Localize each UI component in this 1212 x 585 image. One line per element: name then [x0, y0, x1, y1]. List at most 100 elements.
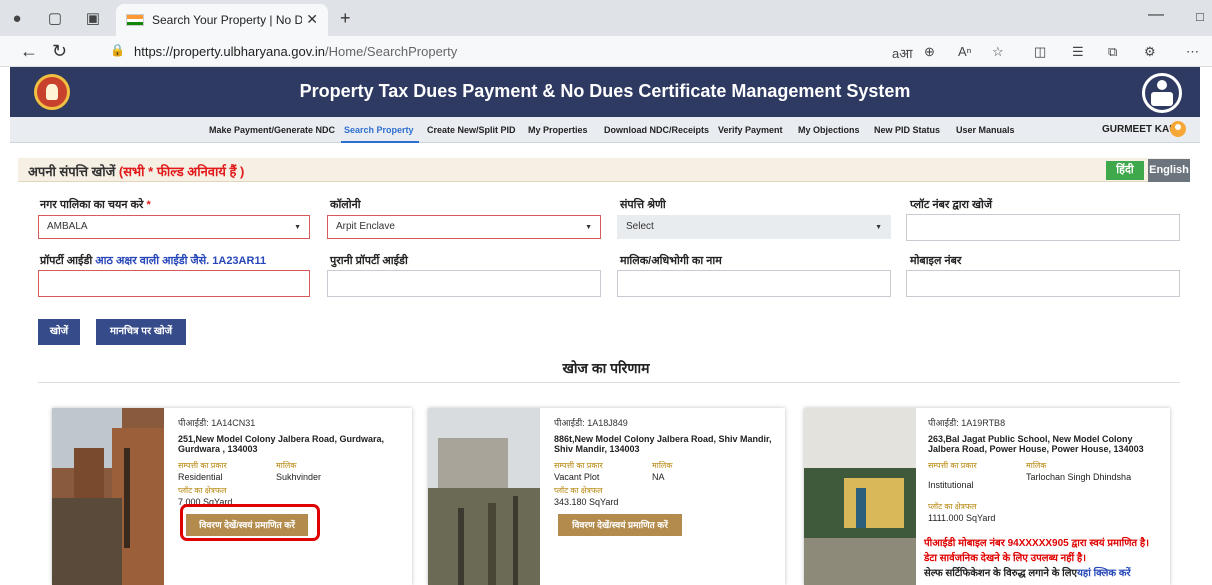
extensions-icon[interactable]: ⚙ [1144, 44, 1156, 60]
owner-value: Tarlochan Singh Dhindsha [1026, 472, 1132, 482]
results-title: खोज का परिणाम [562, 360, 650, 376]
nav-create-split-pid[interactable]: Create New/Split PID [427, 125, 516, 135]
data-unavailable-note: डेटा सार्वजनिक देखने के लिए उपलब्ध नहीं … [924, 553, 1086, 564]
view-details-button-1[interactable]: विवरण देखें/स्वयं प्रमाणित करें [186, 514, 308, 536]
active-nav-underline [341, 141, 419, 143]
site-title: Property Tax Dues Payment & No Dues Cert… [299, 81, 911, 101]
url-field[interactable]: 🔒 https://property.ulbharyana.gov.in/Hom… [88, 39, 868, 64]
favorite-star-icon[interactable]: ☆ [992, 44, 1004, 60]
panel-title: अपनी संपत्ति खोजें [28, 164, 116, 179]
panel-header: अपनी संपत्ति खोजें (सभी * फील्ड अनिवार्य… [18, 158, 1190, 182]
owner-label: मालिक [652, 461, 673, 470]
old-pid-label: पुरानी प्रॉपर्टी आईडी [330, 255, 408, 267]
minimize-icon[interactable]: — [1148, 6, 1164, 24]
objection-note: सेल्फ सर्टिफिकेशन के विरुद्ध लगाने के लि… [924, 568, 1078, 579]
tab-actions-icon[interactable]: ▣ [84, 10, 102, 28]
zoom-icon[interactable]: ⊕ [924, 44, 935, 60]
plot-area-label: प्लॉट का क्षेत्रफल [178, 486, 227, 495]
chevron-down-icon: ▼ [875, 224, 882, 231]
translate-icon[interactable]: aआ [892, 44, 913, 62]
nav-my-objections[interactable]: My Objections [798, 125, 860, 135]
address-text: 263,Bal Jagat Public School, New Model C… [928, 434, 1144, 454]
refresh-icon[interactable]: ↻ [52, 41, 67, 62]
browser-tab[interactable]: Search Your Property | No Dues C ✕ [116, 4, 328, 36]
site-header: Property Tax Dues Payment & No Dues Cert… [10, 67, 1200, 117]
pid-label: प्रॉपर्टी आईडी [40, 255, 93, 267]
chevron-down-icon: ▼ [294, 224, 301, 231]
view-details-button-2[interactable]: विवरण देखें/स्वयं प्रमाणित करें [558, 514, 682, 536]
self-certified-note: पीआईडी मोबाइल नंबर 94XXXXX905 द्वारा स्व… [924, 538, 1150, 549]
property-type-label: सम्पत्ती का प्रकार [554, 461, 603, 470]
browser-address-bar: ← ↻ 🔒 https://property.ulbharyana.gov.in… [0, 36, 1212, 67]
nav-my-properties[interactable]: My Properties [528, 125, 588, 135]
close-tab-icon[interactable]: ✕ [306, 11, 318, 28]
property-card-2: पीआईडी: 1A18J849 886t,New Model Colony J… [428, 408, 785, 585]
plot-area-value: 343.180 SqYard [554, 497, 619, 507]
property-type-value: Institutional [928, 480, 974, 490]
profile-icon[interactable]: ● [8, 10, 26, 28]
india-flag-icon [126, 14, 144, 26]
property-photo-2[interactable] [428, 408, 540, 585]
property-type-label: सम्पत्ती का प्रकार [178, 461, 227, 470]
nav-new-pid-status[interactable]: New PID Status [874, 125, 940, 135]
property-card-1: पीआईडी: 1A14CN31 251,New Model Colony Ja… [52, 408, 412, 585]
favorites-list-icon[interactable]: ☰ [1072, 44, 1084, 60]
hindi-language-button[interactable]: हिंदी [1106, 161, 1144, 180]
back-icon[interactable]: ← [20, 41, 38, 62]
nav-download-ndc[interactable]: Download NDC/Receipts [604, 125, 709, 135]
plot-number-label: प्लॉट नंबर द्वारा खोजें [910, 199, 993, 211]
main-navbar: Make Payment/Generate NDC Search Propert… [10, 117, 1200, 143]
browser-tab-bar: ● ▢ ▣ Search Your Property | No Dues C ✕… [0, 0, 1212, 36]
maximize-icon[interactable]: □ [1196, 9, 1204, 24]
plot-area-label: प्लॉट का क्षेत्रफल [928, 502, 977, 511]
map-search-button[interactable]: मानचित्र पर खोजें [96, 319, 186, 345]
english-language-button[interactable]: English [1148, 159, 1190, 182]
workspaces-icon[interactable]: ▢ [46, 10, 64, 28]
property-type-value: Residential [178, 472, 223, 482]
collections-icon[interactable]: ⧉ [1108, 44, 1117, 60]
mobile-number-input[interactable] [906, 270, 1180, 297]
search-button[interactable]: खोजें [38, 319, 80, 345]
property-photo-1[interactable] [52, 408, 164, 585]
new-tab-icon[interactable]: + [340, 8, 351, 29]
old-property-id-input[interactable] [327, 270, 601, 297]
user-avatar-icon[interactable] [1170, 121, 1186, 137]
results-divider [38, 382, 1180, 383]
split-screen-icon[interactable]: ◫ [1034, 44, 1046, 60]
municipality-label: नगर पालिका का चयन करे [40, 199, 144, 211]
nav-search-property[interactable]: Search Property [344, 125, 414, 135]
nav-make-payment[interactable]: Make Payment/Generate NDC [209, 125, 335, 135]
plot-number-input[interactable] [906, 214, 1180, 241]
nav-user-manuals[interactable]: User Manuals [956, 125, 1015, 135]
category-select[interactable]: Select ▼ [617, 215, 891, 239]
colony-select[interactable]: Arpit Enclave ▼ [327, 215, 601, 239]
property-photo-3[interactable] [804, 408, 916, 585]
read-aloud-icon[interactable]: Aⁿ [958, 44, 971, 59]
pid-text: पीआईडी: 1A14CN31 [178, 418, 256, 428]
owner-label: मालिक [276, 461, 297, 470]
property-id-input[interactable] [38, 270, 310, 297]
colony-label: कॉलोनी [330, 199, 361, 211]
property-type-label: सम्पत्ती का प्रकार [928, 461, 977, 470]
tab-title: Search Your Property | No Dues C [152, 13, 302, 27]
pid-text: पीआईडी: 1A18J849 [554, 418, 628, 428]
municipality-select[interactable]: AMBALA ▼ [38, 215, 310, 239]
nav-verify-payment[interactable]: Verify Payment [718, 125, 783, 135]
more-menu-icon[interactable]: ⋯ [1186, 44, 1199, 60]
owner-name-label: मालिक/अधिभोगी का नाम [620, 255, 722, 267]
owner-value: Sukhvinder [276, 472, 322, 482]
required-note: (सभी * फील्ड अनिवार्य हैं ) [118, 164, 245, 179]
click-here-link[interactable]: यहां क्लिक करें [1077, 568, 1131, 579]
property-type-value: Vacant Plot [554, 472, 600, 482]
owner-name-input[interactable] [617, 270, 891, 297]
url-host: https://property.ulbharyana.gov.in [134, 44, 326, 59]
mobile-number-label: मोबाइल नंबर [910, 255, 962, 267]
pid-hint: आठ अक्षर वाली आईडी जैसे. 1A23AR11 [95, 255, 267, 267]
address-text: 886t,New Model Colony Jalbera Road, Shiv… [554, 434, 772, 454]
lock-icon: 🔒 [110, 43, 125, 57]
address-text: 251,New Model Colony Jalbera Road, Gurdw… [178, 434, 385, 454]
owner-label: मालिक [1026, 461, 1047, 470]
plot-area-value: 1111.000 SqYard [928, 513, 996, 523]
chevron-down-icon: ▼ [585, 224, 592, 231]
pid-text: पीआईडी: 1A19RTB8 [928, 418, 1006, 428]
